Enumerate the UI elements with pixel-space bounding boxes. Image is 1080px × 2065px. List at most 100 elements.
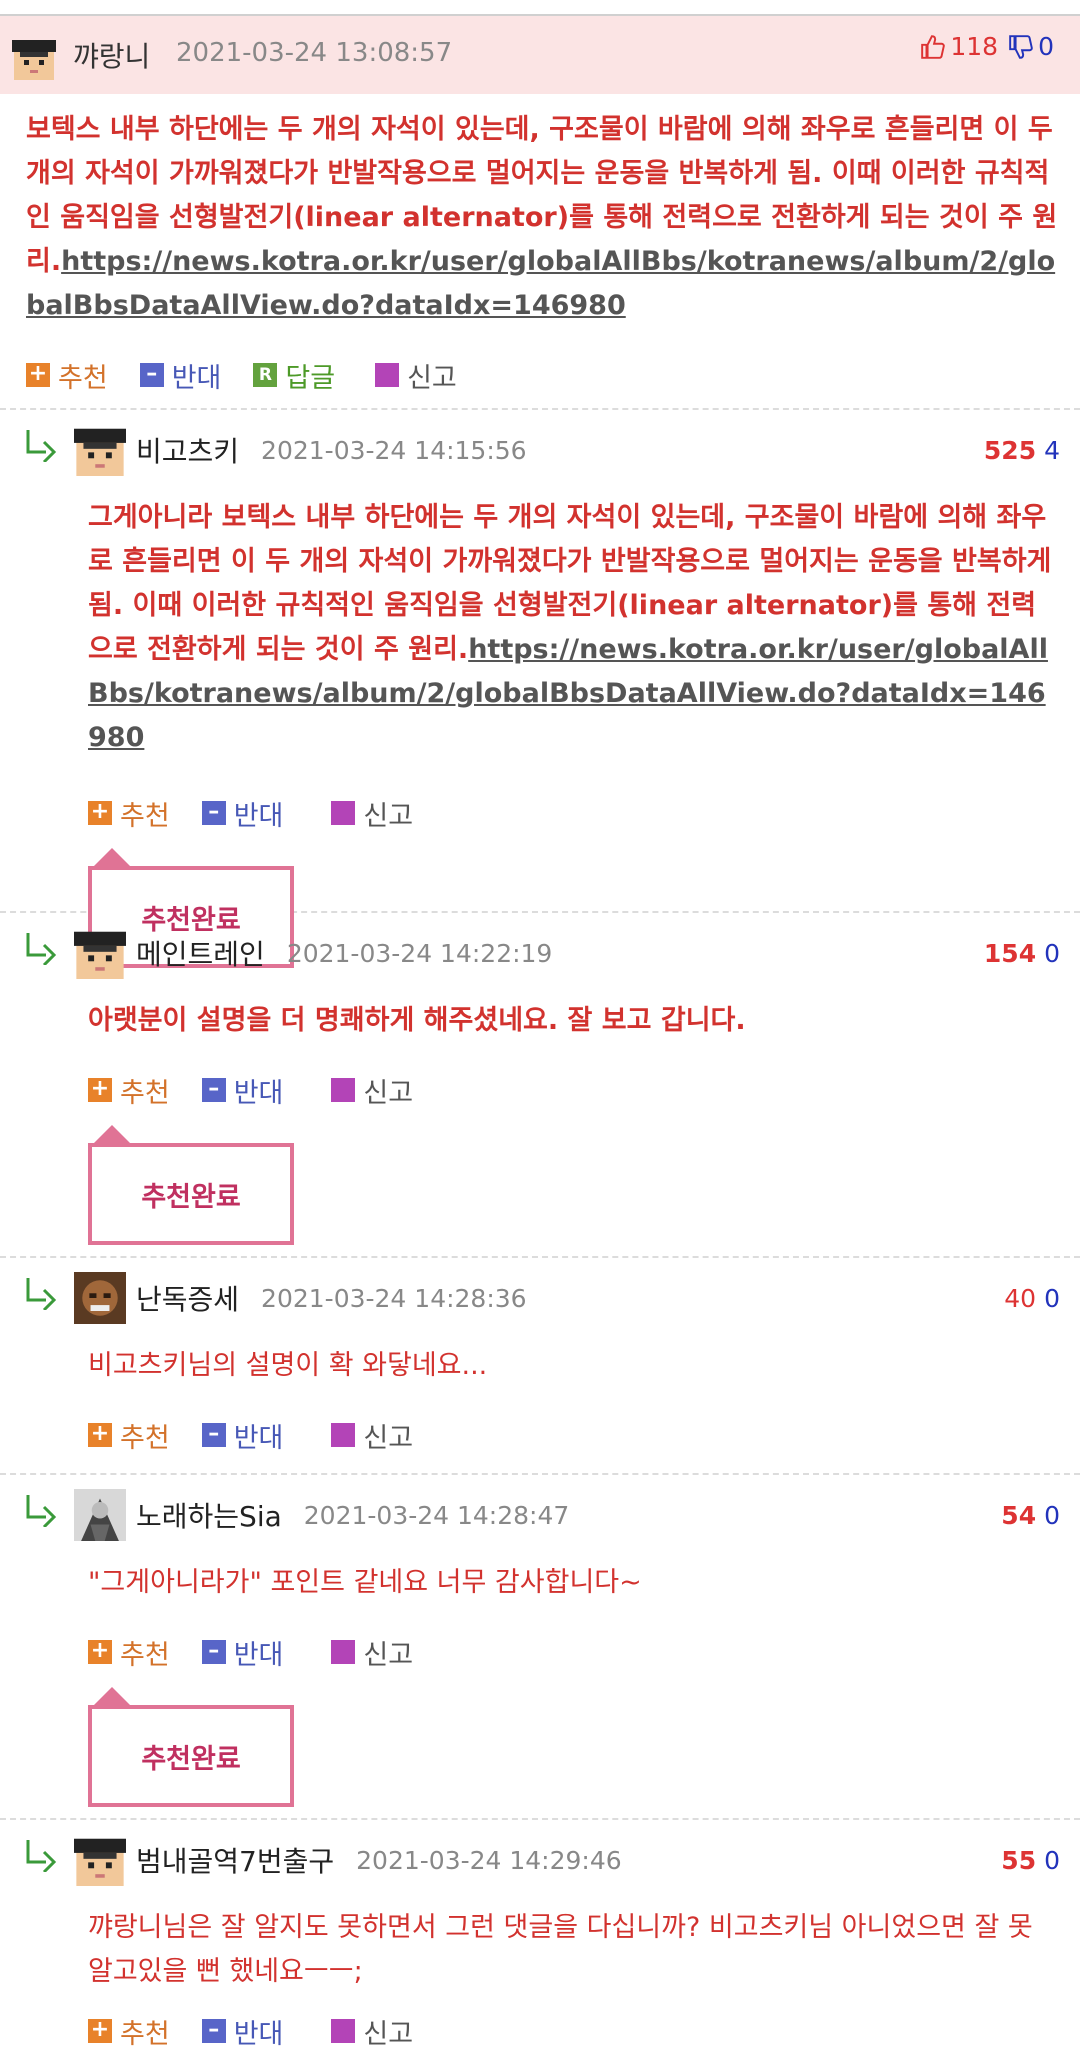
reply-arrow-icon [26,1495,57,1527]
comment-header: 노래하는Sia 2021-03-24 14:28:47 54 0 [74,1487,1060,1543]
report-button[interactable]: 신고 [331,1071,413,1110]
comment-item: 비고츠키 2021-03-24 14:15:56 525 4 그게아니라 보텍스 … [0,410,1080,968]
reply-arrow-icon [26,1278,57,1310]
minus-icon: – [201,801,226,825]
comment-score: 40 0 [1004,1283,1060,1313]
comment-date: 2021-03-24 14:22:19 [286,938,553,968]
comment-actions: + 추천 – 반대 신고 [88,1065,1060,1115]
minus-icon: – [201,1423,226,1447]
post-actions: + 추천 – 반대 R 답글 신고 [26,350,1066,400]
plus-icon: + [88,1078,112,1102]
recommend-done-popup: 추천완료 [88,1125,294,1245]
post-link[interactable]: https://news.kotra.or.kr/user/globalAllB… [26,246,1055,321]
comment-text: 아랫분이 설명을 더 명쾌하게 해주셨네요. 잘 보고 갑니다. [88,1005,746,1036]
comment-text: 비고츠키님의 설명이 확 와닿네요... [88,1350,488,1381]
siren-icon [331,801,356,825]
report-button[interactable]: 신고 [375,356,457,395]
user-avatar-icon[interactable] [74,424,126,476]
comment-date: 2021-03-24 14:15:56 [261,435,527,465]
comment-text: 꺄랑니님은 잘 알지도 못하면서 그런 댓글을 다십니까? 비고츠키님 아니었으… [88,1912,1033,1987]
comment-text: "그게아니라가" 포인트 같네요 너무 감사합니다~ [88,1567,642,1598]
post-text: 보텍스 내부 하단에는 두 개의 자석이 있는데, 구조물이 바람에 의해 좌우… [26,114,1058,321]
post-dislike-count: 0 [1038,32,1054,61]
recommend-button[interactable]: + 추천 [26,356,108,395]
comment-header: 메인트레인 2021-03-24 14:22:19 154 0 [74,925,1060,981]
plus-icon: + [88,1640,112,1664]
recommend-button[interactable]: + 추천 [88,1633,170,1672]
user-avatar-icon[interactable] [74,1489,126,1541]
reply-button[interactable]: R 답글 [253,356,335,395]
comment-body: 그게아니라 보텍스 내부 하단에는 두 개의 자석이 있는데, 구조물이 바람에… [88,478,1060,770]
report-button[interactable]: 신고 [331,1416,413,1455]
comment-item: 노래하는Sia 2021-03-24 14:28:47 54 0 "그게아니라가"… [0,1475,1080,1818]
user-avatar-icon[interactable] [74,927,126,979]
comment-author[interactable]: 비고츠키 [136,430,239,470]
thumbs-up-icon[interactable] [920,34,946,60]
oppose-button[interactable]: – 반대 [201,794,283,833]
comment-body: "그게아니라가" 포인트 같네요 너무 감사합니다~ [88,1543,1060,1615]
comment-header: 비고츠키 2021-03-24 14:15:56 525 4 [74,422,1060,478]
recommend-button[interactable]: + 추천 [88,2012,170,2051]
oppose-button[interactable]: – 반대 [139,356,221,395]
comment-header: 난독증세 2021-03-24 14:28:36 40 0 [74,1270,1060,1326]
comment-author[interactable]: 노래하는Sia [136,1495,282,1535]
comment-item: 메인트레인 2021-03-24 14:22:19 154 0 아랫분이 설명을 … [0,913,1080,1256]
user-avatar-icon[interactable] [74,1834,126,1886]
report-button[interactable]: 신고 [331,794,413,833]
reply-arrow-icon [26,1840,57,1872]
comment-author[interactable]: 난독증세 [136,1278,239,1318]
minus-icon: – [201,1640,226,1664]
comment-body: 비고츠키님의 설명이 확 와닿네요... [88,1326,1060,1398]
comment-author[interactable]: 범내골역7번출구 [136,1840,334,1880]
comment-actions: + 추천 – 반대 신고 [88,2006,1060,2056]
comment-item: 범내골역7번출구 2021-03-24 14:29:46 55 0 꺄랑니님은 잘… [0,1820,1080,2050]
comment-body: 아랫분이 설명을 더 명쾌하게 해주셨네요. 잘 보고 갑니다. [88,981,1060,1053]
oppose-button[interactable]: – 반대 [201,1633,283,1672]
comment-score: 54 0 [1001,1500,1060,1530]
reply-arrow-icon [26,430,57,462]
recommend-done-popup: 추천완료 [88,1687,294,1807]
oppose-button[interactable]: – 반대 [201,1071,283,1110]
siren-icon [375,363,400,387]
minus-icon: – [201,1078,226,1102]
user-avatar-icon[interactable] [12,36,56,80]
comment-score: 55 0 [1001,1845,1060,1875]
comment-body: 꺄랑니님은 잘 알지도 못하면서 그런 댓글을 다십니까? 비고츠키님 아니었으… [88,1888,1060,2004]
post-date: 2021-03-24 13:08:57 [176,38,453,68]
post-author[interactable]: 꺄랑니 [73,35,150,75]
post-like-count: 118 [950,32,999,61]
minus-icon: – [201,2019,226,2043]
siren-icon [331,1640,356,1664]
comment-score: 154 0 [983,938,1060,968]
comment-actions: + 추천 – 반대 신고 [88,1410,1060,1460]
siren-icon [331,1423,356,1447]
user-avatar-icon[interactable] [74,1272,126,1324]
oppose-button[interactable]: – 반대 [201,2012,283,2051]
comment-date: 2021-03-24 14:28:47 [303,1500,570,1530]
report-button[interactable]: 신고 [331,1633,413,1672]
recommend-button[interactable]: + 추천 [88,1071,170,1110]
reply-icon: R [253,363,278,387]
reply-arrow-icon [26,933,57,965]
minus-icon: – [139,363,164,387]
oppose-button[interactable]: – 반대 [201,1416,283,1455]
post-header: 꺄랑니 2021-03-24 13:08:57 118 0 [0,16,1080,94]
top-border [0,0,1080,16]
post-body: 보텍스 내부 하단에는 두 개의 자석이 있는데, 구조물이 바람에 의해 좌우… [0,94,1080,400]
comment-score: 525 4 [983,435,1060,465]
siren-icon [331,2019,356,2043]
report-button[interactable]: 신고 [331,2012,413,2051]
comment-header: 범내골역7번출구 2021-03-24 14:29:46 55 0 [74,1832,1060,1888]
comment-date: 2021-03-24 14:29:46 [356,1845,622,1875]
comment-actions: + 추천 – 반대 신고 [88,788,1060,838]
recommend-button[interactable]: + 추천 [88,1416,170,1455]
comment-item: 난독증세 2021-03-24 14:28:36 40 0 비고츠키님의 설명이 … [0,1258,1080,1473]
plus-icon: + [88,801,112,825]
post-votes: 118 0 [920,32,1054,61]
thumbs-down-icon[interactable] [1008,34,1034,60]
comment-text: 그게아니라 보텍스 내부 하단에는 두 개의 자석이 있는데, 구조물이 바람에… [88,502,1052,753]
plus-icon: + [88,2019,112,2043]
recommend-button[interactable]: + 추천 [88,794,170,833]
comment-actions: + 추천 – 반대 신고 [88,1627,1060,1677]
comment-author[interactable]: 메인트레인 [136,933,265,973]
